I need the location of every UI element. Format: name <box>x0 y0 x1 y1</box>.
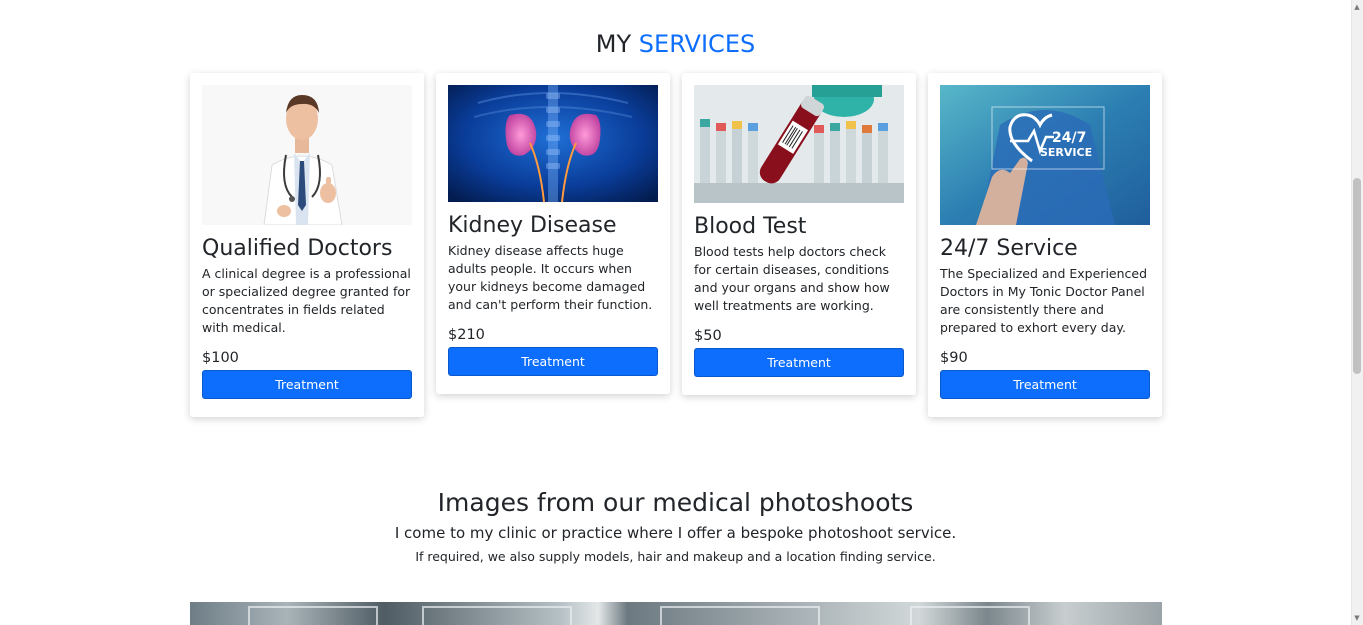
photoshoots-subtitle: I come to my clinic or practice where I … <box>394 524 957 542</box>
card-price: $90 <box>940 350 968 366</box>
kidney-xray-image <box>448 85 658 202</box>
services-heading: MY SERVICES <box>0 30 1351 58</box>
vertical-scrollbar[interactable]: ▲ ▼ <box>1351 0 1363 625</box>
card-title: 24/7 Service <box>940 236 1078 261</box>
card-description: Blood tests help doctors check for certa… <box>694 244 890 313</box>
card-title: Qualified Doctors <box>202 236 393 261</box>
card-title: Kidney Disease <box>448 213 617 238</box>
card-price: $50 <box>694 328 722 344</box>
service-card-kidney-disease: Kidney Disease Kidney disease affects hu… <box>436 73 670 394</box>
blood-test-tubes-image <box>694 85 904 203</box>
card-description: A clinical degree is a professional or s… <box>202 266 411 335</box>
service-image-label-top: 24/7 <box>1052 130 1087 146</box>
card-price: $210 <box>448 327 485 343</box>
service-card-qualified-doctors: Qualified Doctors A clinical degree is a… <box>190 73 424 417</box>
scroll-down-icon[interactable]: ▼ <box>1353 614 1361 622</box>
scroll-up-icon[interactable]: ▲ <box>1353 3 1361 11</box>
scrollbar-thumb[interactable] <box>1353 178 1361 374</box>
photoshoots-heading: Images from our medical photoshoots <box>437 488 914 517</box>
photoshoot-gallery-image <box>190 602 1162 625</box>
card-title: Blood Test <box>694 214 807 239</box>
services-heading-prefix: MY <box>595 30 632 58</box>
treatment-button[interactable]: Treatment <box>448 347 658 376</box>
doctor-thumbs-up-image <box>202 85 412 225</box>
service-card-blood-test: Blood Test Blood tests help doctors chec… <box>682 73 916 395</box>
card-price: $100 <box>202 350 239 366</box>
service-image-label-bottom: SERVICE <box>1040 146 1093 159</box>
service-card-24-7-service: 24/7 SERVICE 24/7 Service The Specialize… <box>928 73 1162 417</box>
treatment-button[interactable]: Treatment <box>202 370 412 399</box>
photoshoots-note: If required, we also supply models, hair… <box>415 549 936 564</box>
24-7-service-image: 24/7 SERVICE <box>940 85 1150 225</box>
services-heading-accent: SERVICES <box>638 30 756 58</box>
treatment-button[interactable]: Treatment <box>694 348 904 377</box>
treatment-button[interactable]: Treatment <box>940 370 1150 399</box>
card-description: The Specialized and Experienced Doctors … <box>940 266 1148 335</box>
card-description: Kidney disease affects huge adults peopl… <box>448 243 653 312</box>
